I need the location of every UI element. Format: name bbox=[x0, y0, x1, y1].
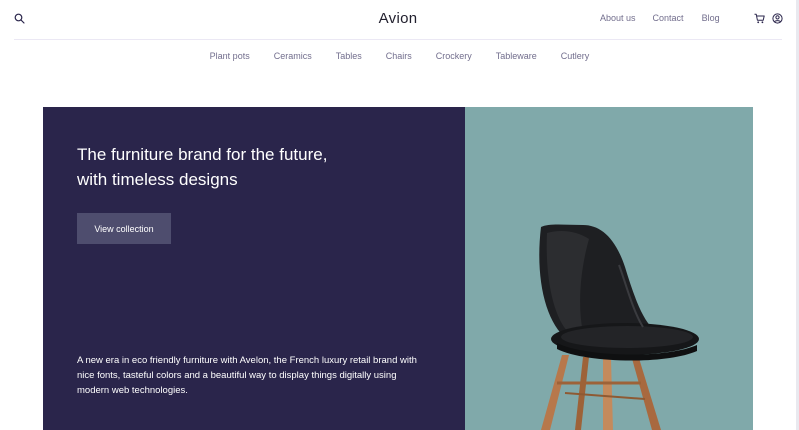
top-nav: About us Contact Blog bbox=[600, 13, 738, 23]
nav-link-blog[interactable]: Blog bbox=[702, 13, 720, 23]
hero-description: A new era in eco friendly furniture with… bbox=[77, 355, 417, 396]
top-header: Avion About us Contact Blog bbox=[14, 0, 783, 40]
category-tables[interactable]: Tables bbox=[336, 51, 362, 61]
nav-link-contact[interactable]: Contact bbox=[653, 13, 684, 23]
hero-panel: The furniture brand for the future, with… bbox=[43, 107, 465, 430]
category-cutlery[interactable]: Cutlery bbox=[561, 51, 590, 61]
hero-image-panel bbox=[465, 107, 753, 430]
chair-image bbox=[539, 224, 699, 430]
search-icon[interactable] bbox=[14, 13, 25, 24]
hero-title: The furniture brand for the future, with… bbox=[77, 145, 328, 189]
category-tableware[interactable]: Tableware bbox=[496, 51, 537, 61]
category-chairs[interactable]: Chairs bbox=[386, 51, 412, 61]
category-ceramics[interactable]: Ceramics bbox=[274, 51, 312, 61]
nav-link-about-us[interactable]: About us bbox=[600, 13, 636, 23]
user-icon[interactable] bbox=[772, 13, 783, 24]
category-crockery[interactable]: Crockery bbox=[436, 51, 472, 61]
view-collection-button[interactable]: View collection bbox=[77, 213, 171, 244]
category-plant-pots[interactable]: Plant pots bbox=[210, 51, 250, 61]
category-nav: Plant pots Ceramics Tables Chairs Crocke… bbox=[0, 51, 799, 61]
cart-icon[interactable] bbox=[754, 13, 765, 24]
